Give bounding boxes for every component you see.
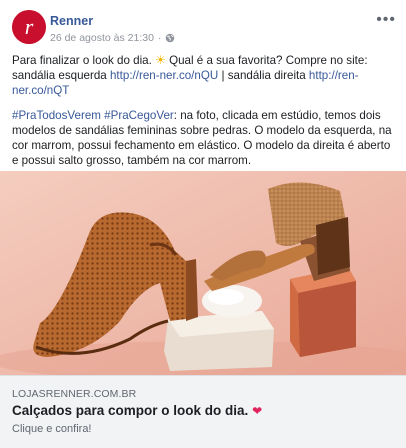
preview-title-text: Calçados para compor o look do dia. (12, 403, 249, 418)
sun-emoji-icon: ☀ (155, 53, 166, 67)
preview-title[interactable]: Calçados para compor o look do dia. ❤ (12, 403, 262, 418)
page-avatar[interactable]: r (12, 10, 46, 44)
preview-domain: LOJASRENNER.COM.BR (12, 388, 137, 400)
more-options-icon[interactable]: ••• (376, 12, 396, 28)
hashtag-pratodosverem[interactable]: #PraTodosVerem (12, 109, 101, 122)
preview-subtitle: Clique e confira! (12, 423, 92, 435)
hashtag-pracegover[interactable]: #PraCegoVer (104, 109, 174, 122)
globe-icon[interactable] (165, 33, 175, 43)
link-preview-card[interactable]: LOJASRENNER.COM.BR Calçados para compor … (0, 375, 406, 448)
link-left-sandal[interactable]: http://ren-ner.co/nQU (110, 69, 218, 82)
post-header: r Renner 26 de agosto às 21:30 · ••• (12, 10, 396, 50)
avatar-letter: r (25, 14, 34, 39)
page-name-link[interactable]: Renner (50, 14, 93, 28)
renner-logo-icon: r (12, 10, 46, 44)
heart-icon: ❤ (252, 404, 263, 418)
post-timestamp[interactable]: 26 de agosto às 21:30 (50, 32, 154, 44)
post-text: Para finalizar o look do dia. ☀ Qual é a… (12, 53, 396, 178)
meta-separator: · (157, 32, 162, 44)
post-photo[interactable] (0, 171, 406, 375)
text-segment: Para finalizar o look do dia. (12, 54, 156, 67)
facebook-post: r Renner 26 de agosto às 21:30 · ••• Par… (0, 0, 406, 448)
post-meta: 26 de agosto às 21:30 · (50, 32, 175, 44)
post-paragraph-1: Para finalizar o look do dia. ☀ Qual é a… (12, 53, 396, 98)
sandals-photo (0, 171, 406, 375)
text-segment: | sandália direita (218, 69, 309, 82)
post-paragraph-2: #PraTodosVerem #PraCegoVer: na foto, cli… (12, 108, 396, 168)
